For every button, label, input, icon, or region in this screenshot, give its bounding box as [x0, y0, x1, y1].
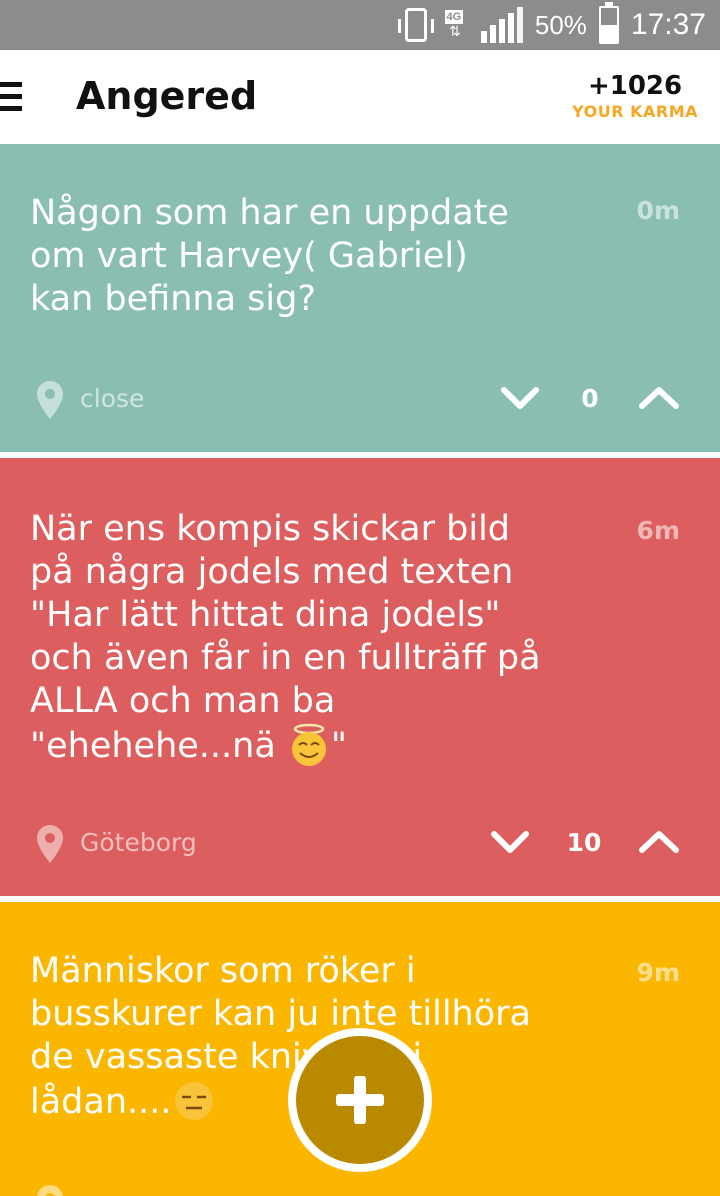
- hamburger-menu-icon[interactable]: [0, 82, 22, 112]
- location-pin-icon: [37, 825, 63, 863]
- clock: 17:37: [630, 8, 706, 41]
- post-footer: [0, 1180, 720, 1196]
- status-bar: 4G ⇅ 50% 17:37: [0, 0, 720, 50]
- battery-icon: [598, 2, 619, 44]
- app-header: Angered +1026 YOUR KARMA: [0, 50, 720, 144]
- post-text-end: ": [330, 726, 348, 766]
- karma-label: YOUR KARMA: [572, 102, 698, 121]
- post-card[interactable]: När ens kompis skickar bild på några jod…: [0, 458, 720, 896]
- karma-value: +1026: [587, 71, 683, 101]
- upvote-icon[interactable]: [638, 826, 680, 858]
- page-title: Angered: [76, 74, 258, 118]
- smiling-face-with-halo-icon: [291, 723, 326, 766]
- vote-count: 0: [581, 384, 599, 413]
- vibrate-icon: [397, 8, 434, 42]
- karma-counter[interactable]: +1026 YOUR KARMA: [572, 70, 698, 121]
- network-type: 4G: [444, 10, 464, 24]
- location-pin-icon: [37, 1185, 63, 1196]
- signal-icon: [480, 7, 523, 43]
- network-indicator: 4G ⇅: [439, 10, 469, 40]
- post-time: 9m: [636, 958, 680, 987]
- location-pin-icon: [37, 381, 63, 419]
- post-text: När ens kompis skickar bild på några jod…: [30, 508, 600, 768]
- post-text: Någon som har en uppdate om vart Harvey(…: [30, 193, 509, 319]
- data-arrows-icon: ⇅: [449, 24, 461, 40]
- post-time: 0m: [636, 196, 680, 225]
- post-card[interactable]: Någon som har en uppdate om vart Harvey(…: [0, 144, 720, 452]
- post-footer: Göteborg 10: [0, 820, 720, 870]
- post-location: close: [80, 384, 145, 413]
- upvote-icon[interactable]: [638, 382, 680, 414]
- new-post-button[interactable]: [288, 1028, 432, 1172]
- post-text-main: När ens kompis skickar bild på några jod…: [30, 509, 541, 766]
- post-footer: close 0: [0, 376, 720, 426]
- downvote-icon[interactable]: [500, 382, 540, 414]
- post-location: Göteborg: [80, 828, 197, 857]
- post-time: 6m: [636, 516, 680, 545]
- downvote-icon[interactable]: [490, 826, 530, 858]
- plus-icon: [296, 1036, 424, 1164]
- vote-count: 10: [566, 828, 602, 857]
- battery-percent: 50%: [534, 9, 587, 40]
- post-text-main: Människor som röker i busskurer kan ju i…: [30, 951, 531, 1122]
- expressionless-face-icon: [174, 1082, 213, 1120]
